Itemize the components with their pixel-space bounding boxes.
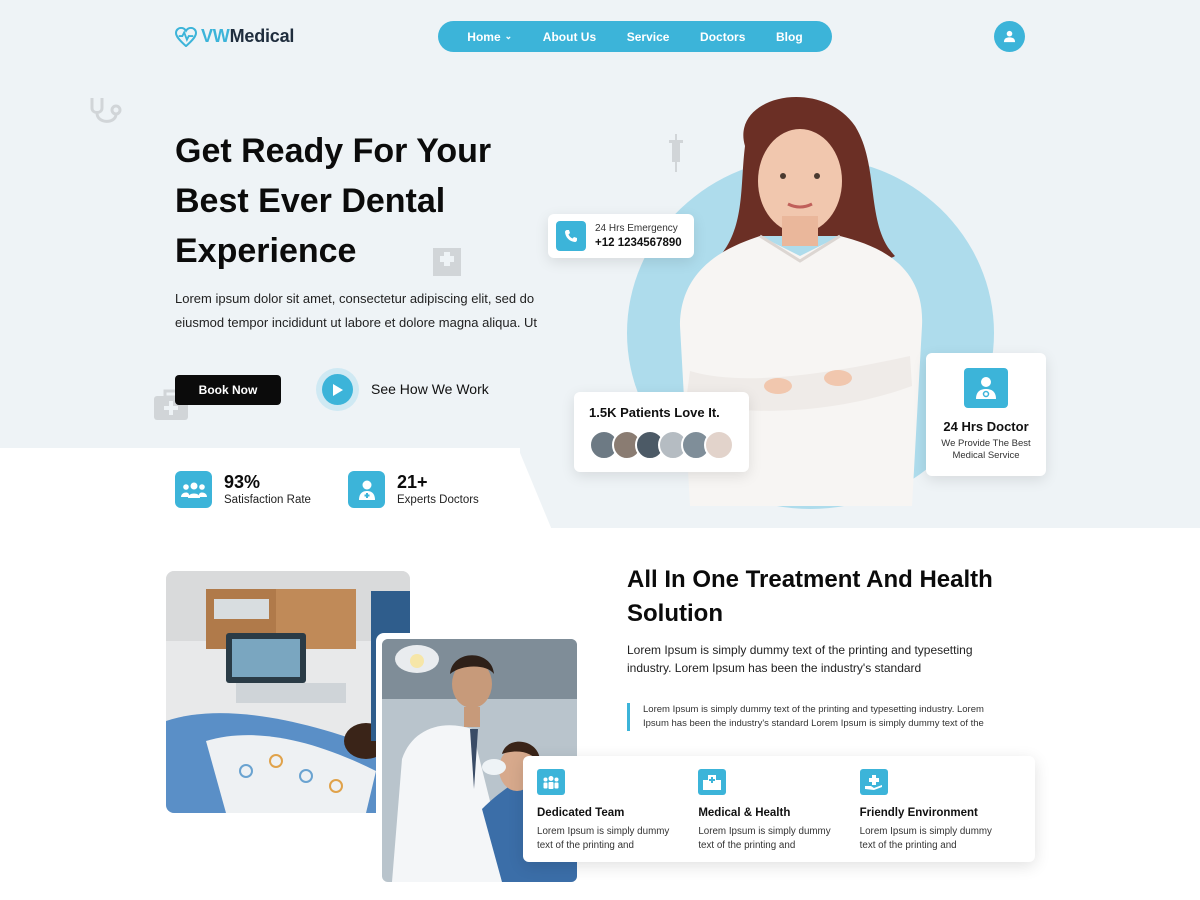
stat-label: Satisfaction Rate — [224, 493, 311, 506]
hero-title: Get Ready For Your Best Ever Dental Expe… — [175, 132, 492, 270]
brand-logo[interactable]: VWMedical — [175, 26, 294, 47]
dental-clinic-photo — [166, 571, 410, 813]
stat-label: Experts Doctors — [397, 493, 479, 506]
feature-dedicated-team: Dedicated Team Lorem Ipsum is simply dum… — [537, 769, 698, 862]
book-now-button[interactable]: Book Now — [175, 375, 281, 405]
heart-pulse-icon — [175, 26, 197, 47]
doctor-24hrs-card: 24 Hrs Doctor We Provide The Best Medica… — [926, 353, 1046, 476]
feature-description: Lorem Ipsum is simply dummy text of the p… — [859, 826, 992, 851]
avatar — [704, 430, 734, 460]
page: VWMedical Home ⌄ About Us Service Doctors… — [0, 0, 1200, 900]
hero-description: Lorem ipsum dolor sit amet, consectetur … — [175, 291, 538, 330]
section-description: Lorem Ipsum is simply dummy text of the … — [627, 643, 973, 675]
doctor-badge-icon — [348, 471, 385, 508]
emergency-phone: +12 1234567890 — [595, 236, 682, 249]
emergency-card[interactable]: 24 Hrs Emergency +12 1234567890 — [548, 214, 694, 258]
nav-item-doctors[interactable]: Doctors — [700, 30, 745, 44]
nav-item-blog[interactable]: Blog — [776, 30, 803, 44]
section-quote: Lorem Ipsum is simply dummy text of the … — [627, 703, 1027, 731]
user-icon — [1003, 30, 1016, 43]
doctor-card-title: 24 Hrs Doctor — [943, 419, 1029, 434]
group-icon — [175, 471, 212, 508]
nav-item-service[interactable]: Service — [627, 30, 670, 44]
user-account-button[interactable] — [994, 21, 1025, 52]
see-how-we-work-link[interactable]: See How We Work — [371, 381, 489, 397]
feature-description: Lorem Ipsum is simply dummy text of the p… — [698, 826, 831, 851]
stat-doctors: 21+ Experts Doctors — [348, 471, 479, 508]
stat-satisfaction: 93% Satisfaction Rate — [175, 471, 311, 508]
patient-avatars — [589, 430, 734, 460]
stethoscope-icon — [90, 98, 122, 123]
feature-title: Medical & Health — [698, 807, 791, 819]
features-card: Dedicated Team Lorem Ipsum is simply dum… — [523, 756, 1035, 862]
chevron-down-icon: ⌄ — [504, 31, 513, 41]
play-icon — [333, 383, 343, 396]
hospital-icon — [698, 769, 727, 795]
stat-value: 21+ — [397, 471, 428, 492]
feature-description: Lorem Ipsum is simply dummy text of the p… — [537, 826, 670, 851]
feature-title: Friendly Environment — [859, 807, 978, 819]
emergency-label: 24 Hrs Emergency — [595, 222, 678, 234]
feature-medical-health: Medical & Health Lorem Ipsum is simply d… — [698, 769, 859, 862]
care-hand-icon — [859, 769, 888, 795]
section-title: All In One Treatment And Health Solution — [627, 566, 993, 627]
feature-friendly-environment: Friendly Environment Lorem Ipsum is simp… — [859, 769, 1021, 862]
doctor-card-subtitle: We Provide The Best Medical Service — [941, 438, 1031, 461]
feature-title: Dedicated Team — [537, 807, 625, 819]
patients-title: 1.5K Patients Love It. — [589, 405, 720, 420]
patients-card: 1.5K Patients Love It. — [574, 392, 749, 472]
brand-name: VWMedical — [201, 26, 295, 46]
main-nav: Home ⌄ About Us Service Doctors Blog — [438, 21, 832, 52]
nav-item-about[interactable]: About Us — [543, 30, 596, 44]
stat-value: 93% — [224, 471, 261, 492]
nav-item-home[interactable]: Home ⌄ — [467, 30, 512, 44]
phone-icon — [556, 221, 586, 251]
team-icon — [537, 769, 565, 795]
doctor-icon — [964, 368, 1008, 408]
play-video-button[interactable] — [316, 368, 359, 411]
